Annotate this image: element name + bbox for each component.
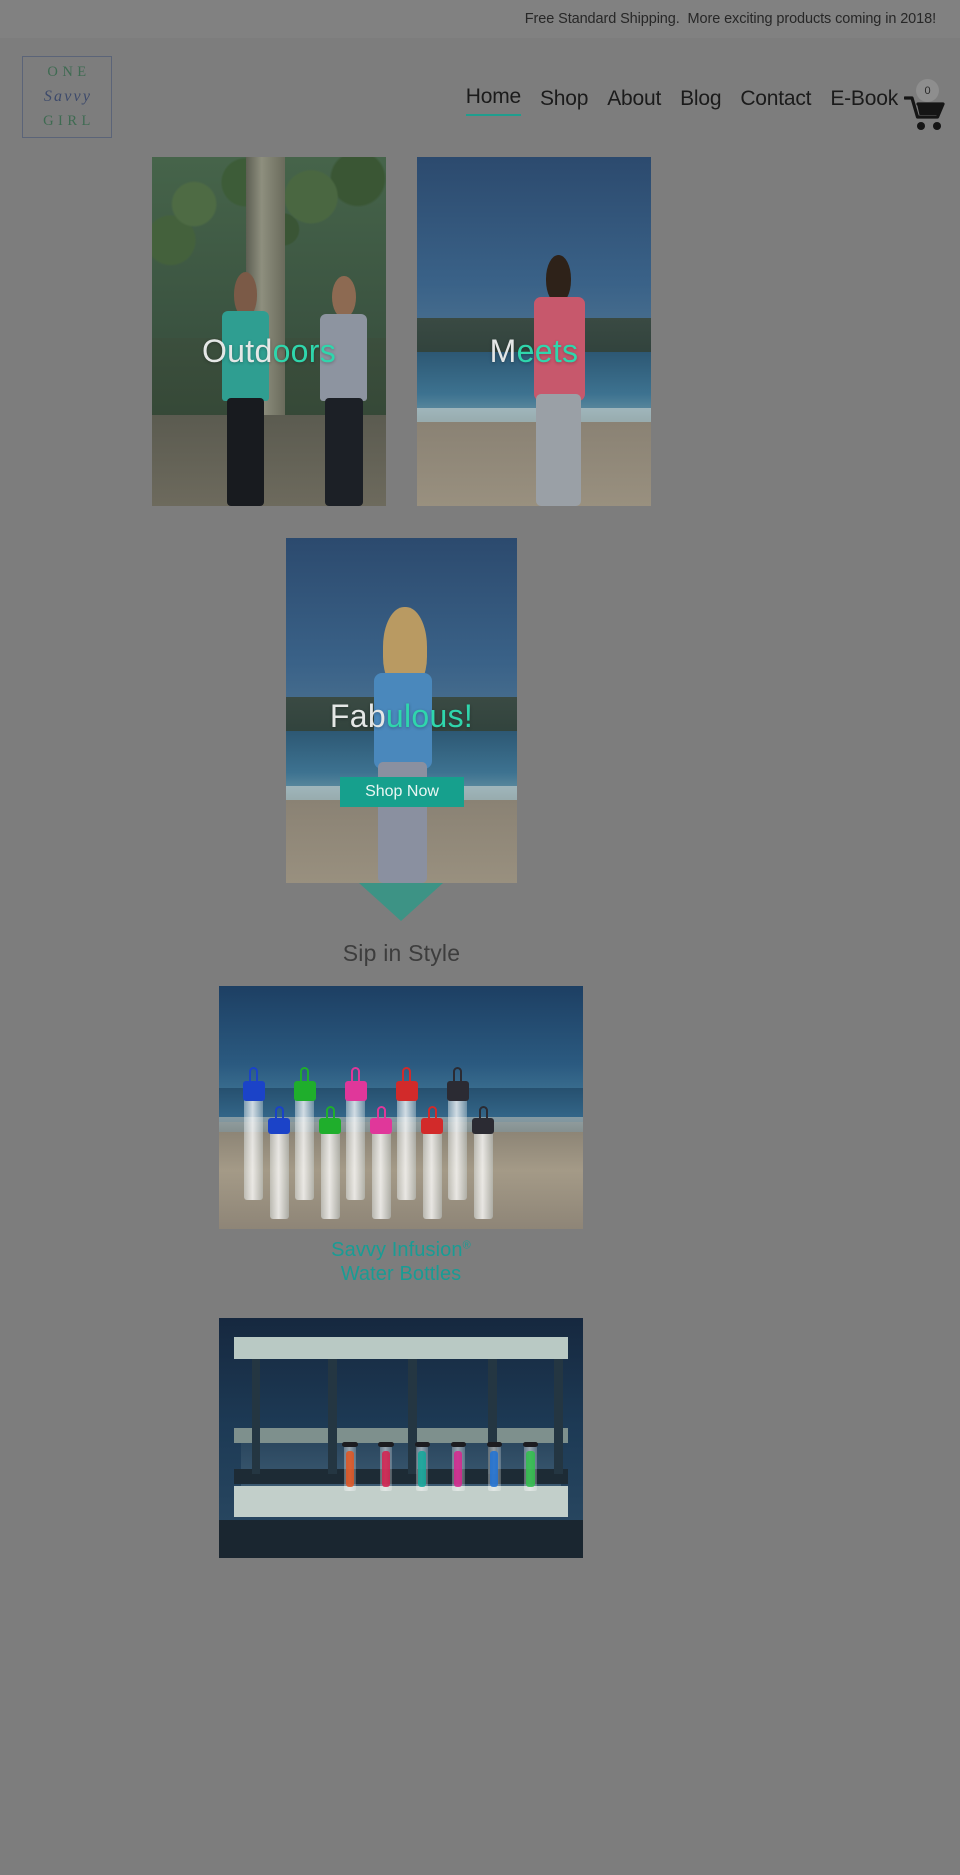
hero-image-outdoors xyxy=(152,157,386,506)
product-caption-savvy-infusion[interactable]: Savvy Infusion® Water Bottles xyxy=(219,1238,583,1287)
logo-line-savvy: Savvy xyxy=(43,88,93,106)
hero-tile-meets[interactable]: Meets xyxy=(417,157,651,506)
section-title-sip-in-style: Sip in Style xyxy=(342,940,461,966)
hero-overlay-outdoors-white: Outd xyxy=(201,333,273,369)
hero-overlay-fabulous-teal: ulous! xyxy=(385,698,474,734)
nav-item-shop[interactable]: Shop xyxy=(540,88,588,116)
down-arrow-divider xyxy=(359,883,443,921)
logo-line-girl: GIRL xyxy=(43,112,95,129)
site-header: ONE Savvy GIRL Home Shop About Blog Cont… xyxy=(0,38,960,162)
hero-overlay-meets-teal: eets xyxy=(516,333,579,369)
nav-item-ebook[interactable]: E-Book xyxy=(830,88,898,116)
hero-overlay-outdoors: Outdoors xyxy=(152,333,386,370)
cart-button[interactable]: 0 xyxy=(904,79,950,136)
logo-line-one: ONE xyxy=(47,63,91,80)
nav-item-about[interactable]: About xyxy=(607,88,661,116)
hero-overlay-fabulous: Fabulous! xyxy=(286,698,517,735)
hero-overlay-meets: Meets xyxy=(417,333,651,370)
shop-now-button[interactable]: Shop Now xyxy=(340,777,464,807)
hero-overlay-outdoors-teal: oors xyxy=(272,333,337,369)
site-logo[interactable]: ONE Savvy GIRL xyxy=(22,56,112,138)
hero-overlay-meets-white: M xyxy=(489,333,517,369)
hero-tile-outdoors[interactable]: Outdoors xyxy=(152,157,386,506)
product-image-savvy-infusion-water-bottles[interactable] xyxy=(219,986,583,1229)
hero-tile-fabulous[interactable]: Fabulous! Shop Now xyxy=(286,538,517,883)
nav-item-contact[interactable]: Contact xyxy=(740,88,811,116)
hero-overlay-fabulous-white: Fab xyxy=(329,698,386,734)
nav-item-blog[interactable]: Blog xyxy=(680,88,721,116)
announcement-bar: Free Standard Shipping. More exciting pr… xyxy=(0,0,960,38)
hero-image-meets xyxy=(417,157,651,506)
page-root: Free Standard Shipping. More exciting pr… xyxy=(0,0,960,1875)
cart-count-badge: 0 xyxy=(916,79,939,102)
announcement-text: Free Standard Shipping. More exciting pr… xyxy=(524,11,936,27)
nav-item-home[interactable]: Home xyxy=(465,86,521,116)
main-navigation: Home Shop About Blog Contact E-Book xyxy=(465,86,898,116)
product-image-bottles-on-pier[interactable] xyxy=(219,1318,583,1558)
product-caption-line-one: Savvy Infusion xyxy=(331,1239,463,1261)
product-caption-line-two: Water Bottles xyxy=(340,1263,462,1286)
registered-trademark-symbol: ® xyxy=(462,1239,471,1252)
